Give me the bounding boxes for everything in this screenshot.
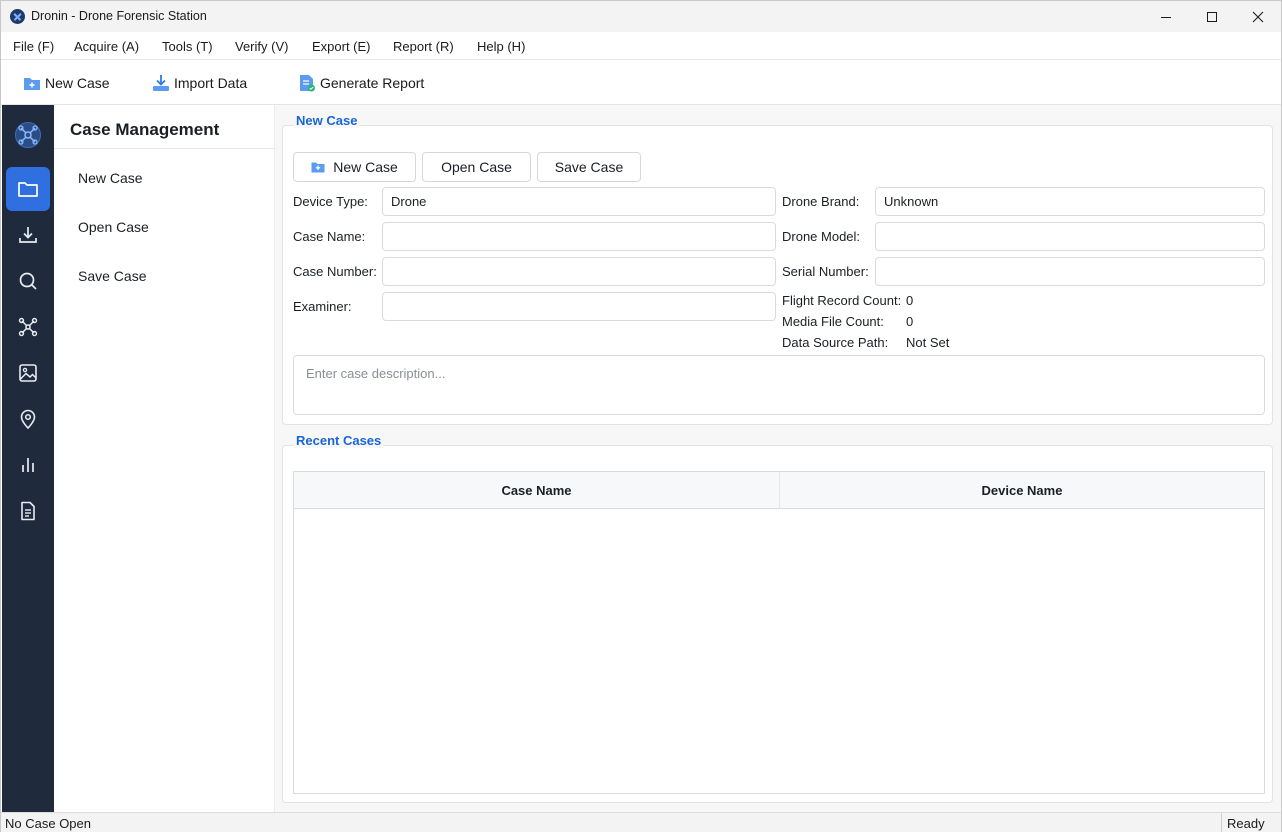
main-content: New Case Open Case Save Case Device Type… <box>275 105 1281 812</box>
case-name-field[interactable] <box>382 222 776 251</box>
nav-item-open-case[interactable]: Open Case <box>78 219 149 235</box>
drone-logo-icon <box>15 122 41 148</box>
case-number-field[interactable] <box>382 257 776 286</box>
close-button[interactable] <box>1235 1 1281 32</box>
menu-bar: File (F) Acquire (A) Tools (T) Verify (V… <box>1 32 1281 60</box>
table-header: Case Name Device Name <box>294 472 1264 509</box>
location-pin-icon <box>20 409 36 430</box>
maximize-button[interactable] <box>1189 1 1235 32</box>
media-file-count-label: Media File Count: <box>782 314 884 329</box>
report-icon <box>300 75 315 92</box>
media-file-count-value: 0 <box>906 314 914 329</box>
data-source-path-label: Data Source Path: <box>782 335 889 350</box>
app-logo-icon <box>10 9 25 24</box>
drone-brand-field[interactable]: Unknown <box>875 187 1265 216</box>
document-icon <box>21 501 35 521</box>
new-folder-icon <box>311 162 325 173</box>
recent-cases-group: Case Name Device Name <box>282 445 1273 803</box>
examiner-field[interactable] <box>382 292 776 321</box>
nav-title: Case Management <box>70 120 220 139</box>
drone-brand-label: Drone Brand: <box>782 194 860 209</box>
menu-tools[interactable]: Tools (T) <box>162 39 213 54</box>
rail-drone[interactable] <box>6 305 50 349</box>
folder-icon <box>18 182 38 197</box>
minimize-button[interactable] <box>1143 1 1189 32</box>
open-case-button[interactable]: Open Case <box>422 152 531 182</box>
recent-cases-group-title: Recent Cases <box>294 433 384 448</box>
open-case-button-label: Open Case <box>441 159 512 175</box>
drone-icon <box>18 317 38 337</box>
recent-cases-table: Case Name Device Name <box>293 471 1265 794</box>
rail-search[interactable] <box>6 259 50 303</box>
column-header-device-name[interactable]: Device Name <box>780 483 1264 498</box>
case-name-label: Case Name: <box>293 229 366 244</box>
rail-media[interactable] <box>6 351 50 395</box>
save-case-button-label: Save Case <box>554 159 624 175</box>
nav-item-save-case[interactable]: Save Case <box>78 268 146 284</box>
search-icon <box>19 272 37 290</box>
drone-brand-value: Unknown <box>884 194 939 209</box>
menu-verify[interactable]: Verify (V) <box>235 39 288 54</box>
toolbar-new-case-label: New Case <box>45 75 110 91</box>
examiner-label: Examiner: <box>293 299 352 314</box>
window-title: Dronin - Drone Forensic Station <box>31 9 207 23</box>
app-window: Dronin - Drone Forensic Station File (F)… <box>0 0 1282 832</box>
nav-divider <box>54 148 275 149</box>
data-source-path-value: Not Set <box>906 335 950 350</box>
flight-record-count-label: Flight Record Count: <box>782 293 902 308</box>
minimize-icon <box>1161 16 1171 18</box>
rail-acquire[interactable] <box>6 213 50 257</box>
toolbar-generate-report-label: Generate Report <box>320 75 425 91</box>
status-bar: No Case Open Ready <box>1 812 1281 832</box>
menu-acquire[interactable]: Acquire (A) <box>74 39 139 54</box>
status-case: No Case Open <box>5 816 91 831</box>
download-icon <box>19 227 37 243</box>
toolbar-generate-report-button[interactable]: Generate Report <box>298 72 424 94</box>
menu-help[interactable]: Help (H) <box>477 39 525 54</box>
close-icon <box>1252 11 1264 22</box>
rail-location[interactable] <box>6 397 50 441</box>
rail-logo <box>6 113 50 157</box>
title-bar: Dronin - Drone Forensic Station <box>1 1 1281 32</box>
toolbar-import-data-button[interactable]: Import Data <box>152 72 247 94</box>
toolbar: New Case Import Data Generate Report <box>1 60 1281 105</box>
new-case-button-label: New Case <box>333 159 398 175</box>
bar-chart-icon <box>22 458 34 472</box>
import-icon <box>153 75 169 91</box>
nav-item-new-case[interactable]: New Case <box>78 170 143 186</box>
new-case-group: New Case Open Case Save Case Device Type… <box>282 125 1273 425</box>
case-description-input[interactable]: Enter case description... <box>293 355 1265 415</box>
toolbar-new-case-button[interactable]: New Case <box>23 72 110 94</box>
toolbar-import-data-label: Import Data <box>174 75 248 91</box>
new-case-group-title: New Case <box>294 113 360 128</box>
save-case-button[interactable]: Save Case <box>537 152 641 182</box>
new-folder-icon <box>24 78 40 90</box>
menu-report[interactable]: Report (R) <box>393 39 454 54</box>
flight-record-count-value: 0 <box>906 293 914 308</box>
icon-rail <box>2 105 54 812</box>
drone-model-label: Drone Model: <box>782 229 861 244</box>
new-case-button[interactable]: New Case <box>293 152 416 182</box>
maximize-icon <box>1207 11 1217 22</box>
rail-report[interactable] <box>6 489 50 533</box>
menu-export[interactable]: Export (E) <box>312 39 371 54</box>
serial-number-label: Serial Number: <box>782 264 869 279</box>
rail-analytics[interactable] <box>6 443 50 487</box>
device-type-field[interactable]: Drone <box>382 187 776 216</box>
image-icon <box>19 364 37 382</box>
device-type-label: Device Type: <box>293 194 368 209</box>
menu-file[interactable]: File (F) <box>13 39 54 54</box>
column-header-case-name[interactable]: Case Name <box>294 483 779 498</box>
device-type-value: Drone <box>391 194 427 209</box>
drone-model-field[interactable] <box>875 222 1265 251</box>
status-ready: Ready <box>1221 813 1281 832</box>
serial-number-field[interactable] <box>875 257 1265 286</box>
rail-case-management[interactable] <box>6 167 50 211</box>
case-management-panel: Case Management New Case Open Case Save … <box>54 105 275 812</box>
case-number-label: Case Number: <box>293 264 377 279</box>
